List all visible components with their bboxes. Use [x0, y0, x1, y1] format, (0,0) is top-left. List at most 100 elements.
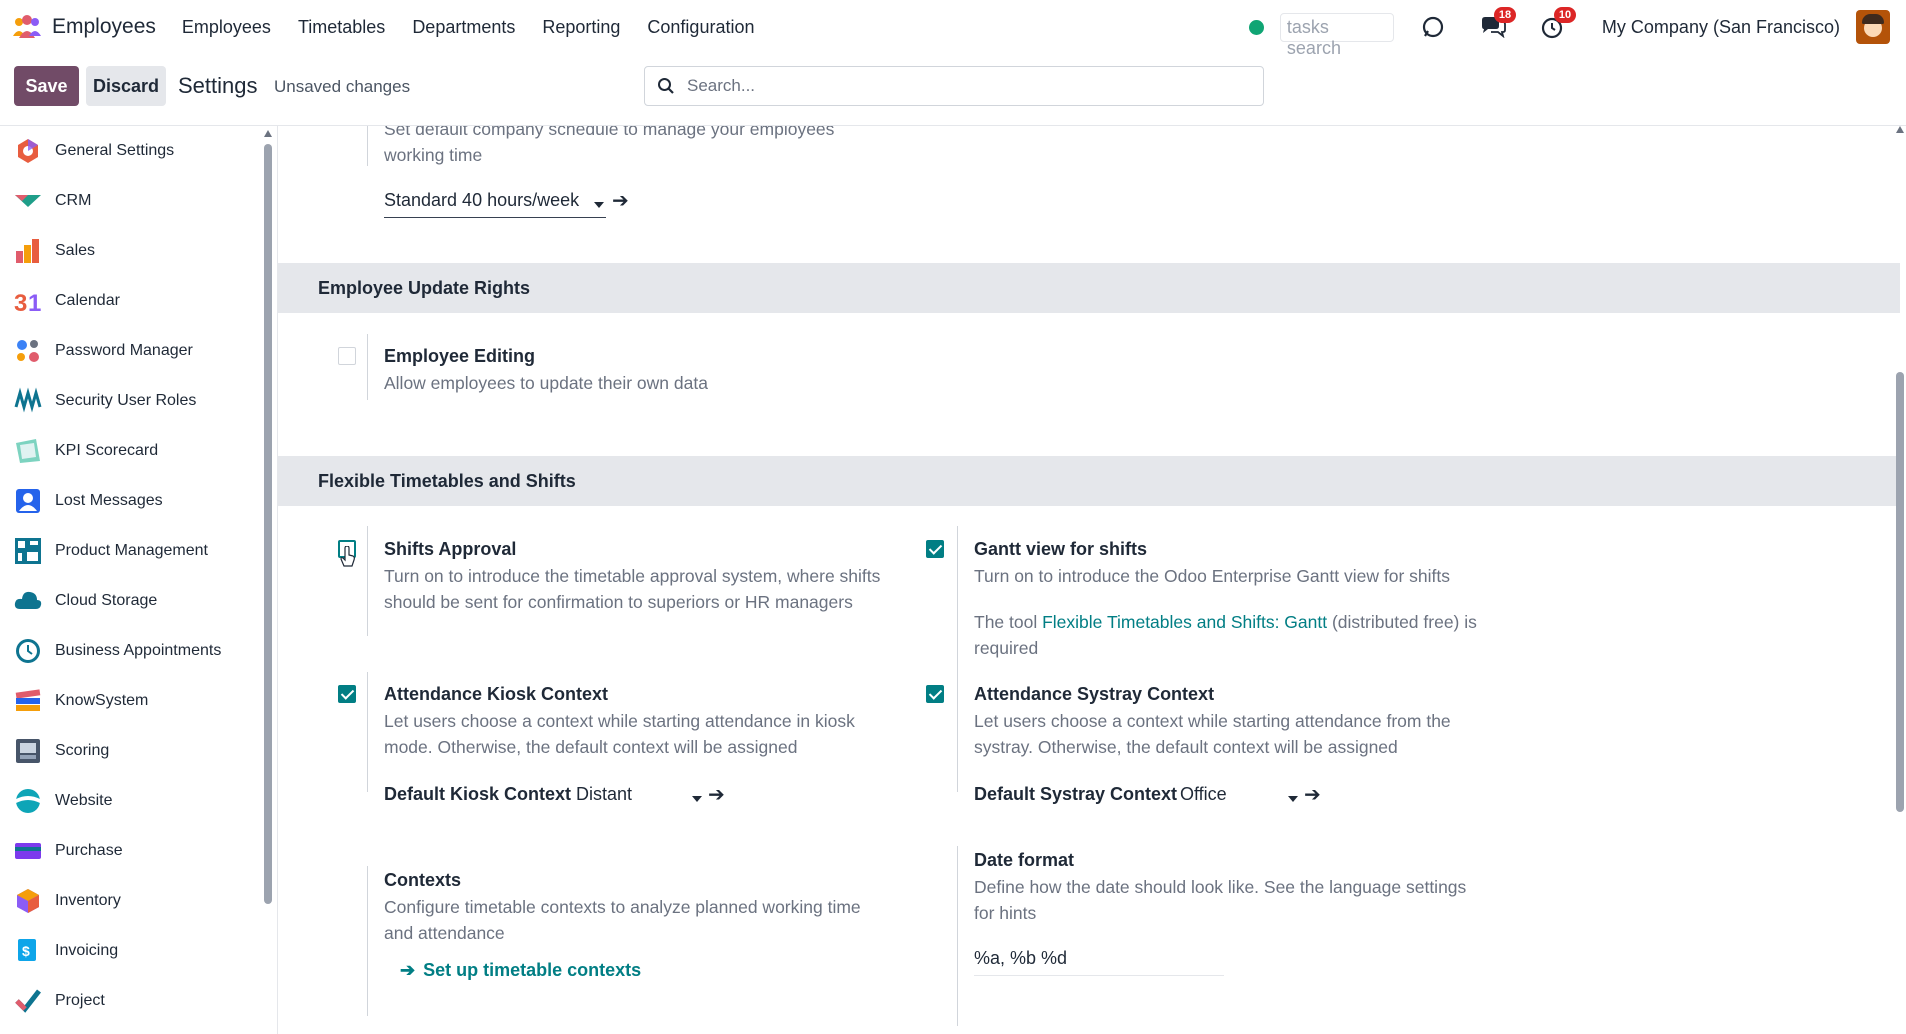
sidebar-item-password-manager[interactable]: Password Manager [0, 326, 260, 376]
sidebar-scroll-up-icon[interactable] [264, 130, 272, 137]
sidebar-item-label: Inventory [55, 892, 121, 909]
discuss-icon[interactable] [1418, 12, 1448, 42]
tasks-search-input[interactable]: tasks search [1279, 12, 1394, 58]
website-icon [14, 787, 42, 815]
sidebar-item-calendar[interactable]: 31 Calendar [0, 276, 260, 326]
sidebar-item-label: Project [55, 992, 105, 1009]
sidebar-item-sales[interactable]: Sales [0, 226, 260, 276]
contexts-title: Contexts [384, 870, 462, 890]
gantt-view-checkbox[interactable] [926, 540, 944, 558]
company-schedule-select[interactable]: Standard 40 hours/week [384, 190, 606, 218]
setup-timetable-contexts-link[interactable]: ➔ Set up timetable contexts [400, 960, 641, 981]
open-kiosk-context-arrow-icon[interactable]: ➔ [708, 782, 725, 807]
sidebar-item-cloud-storage[interactable]: Cloud Storage [0, 576, 260, 626]
divider [367, 866, 368, 1016]
employee-editing-checkbox[interactable] [338, 347, 356, 365]
sidebar-item-label: Invoicing [55, 942, 119, 959]
cursor-hand-icon [340, 546, 355, 567]
date-format-input[interactable]: %a, %b %d [974, 948, 1224, 976]
sales-icon [14, 237, 42, 265]
sidebar-item-label: CRM [55, 192, 92, 209]
menu-departments[interactable]: Departments [412, 17, 515, 38]
sidebar-item-project[interactable]: Project [0, 976, 260, 1026]
employee-editing-description: Allow employees to update their own data [384, 373, 708, 393]
gantt-module-link[interactable]: Flexible Timetables and Shifts: Gantt [1042, 612, 1327, 632]
kpi-scorecard-icon [14, 437, 42, 465]
menu-employees[interactable]: Employees [182, 17, 271, 38]
settings-search-input[interactable]: Search... [644, 66, 1264, 106]
default-systray-context-select[interactable]: Office [1180, 784, 1300, 812]
company-switcher[interactable]: My Company (San Francisco) [1602, 17, 1840, 38]
sidebar-item-kpi-scorecard[interactable]: KPI Scorecard [0, 426, 260, 476]
menu-configuration[interactable]: Configuration [647, 17, 754, 38]
user-avatar[interactable] [1856, 10, 1890, 44]
messages-icon[interactable]: 18 [1478, 7, 1517, 42]
divider [367, 672, 368, 792]
sidebar-item-label: KPI Scorecard [55, 442, 159, 459]
divider [957, 526, 958, 686]
crm-icon [14, 187, 42, 215]
sidebar-item-knowsystem[interactable]: KnowSystem [0, 676, 260, 726]
sidebar-item-label: KnowSystem [55, 692, 149, 709]
sidebar-item-security-user-roles[interactable]: Security User Roles [0, 376, 260, 426]
search-placeholder: Search... [687, 76, 756, 95]
app-name[interactable]: Employees [52, 15, 156, 39]
date-format-description: Define how the date should look like. Se… [974, 877, 1467, 897]
discard-button[interactable]: Discard [86, 66, 166, 106]
online-status-icon [1248, 19, 1264, 35]
default-kiosk-context-select[interactable]: Distant [576, 784, 704, 812]
sidebar-item-product-management[interactable]: Product Management [0, 526, 260, 576]
inventory-icon [14, 887, 42, 915]
sidebar-item-label: Calendar [55, 292, 120, 309]
activities-clock-icon[interactable]: 10 [1538, 7, 1577, 42]
sidebar-item-lost-messages[interactable]: Lost Messages [0, 476, 260, 526]
project-icon [14, 987, 42, 1015]
sidebar-item-general-settings[interactable]: General Settings [0, 126, 260, 176]
gantt-note-suffix: (distributed free) is [1327, 612, 1477, 632]
gantt-view-title: Gantt view for shifts [974, 539, 1148, 559]
app-brand[interactable]: Employees [12, 14, 156, 40]
save-button[interactable]: Save [14, 66, 79, 106]
gantt-requirement-note-line2: required [974, 638, 1039, 658]
date-format-title: Date format [974, 850, 1075, 870]
sidebar-item-label: Security User Roles [55, 392, 197, 409]
employees-app-icon [12, 14, 42, 40]
menu-reporting[interactable]: Reporting [542, 17, 620, 38]
appointments-icon [14, 637, 42, 665]
open-systray-context-arrow-icon[interactable]: ➔ [1304, 782, 1321, 807]
sidebar-item-label: Purchase [55, 842, 123, 859]
chevron-down-icon [1288, 796, 1298, 802]
sidebar-item-purchase[interactable]: Purchase [0, 826, 260, 876]
employee-editing-title: Employee Editing [384, 346, 536, 366]
sidebar-scrollbar[interactable] [264, 144, 272, 904]
sidebar-item-inventory[interactable]: Inventory [0, 876, 260, 926]
arrow-right-icon: ➔ [400, 960, 416, 980]
sidebar-item-crm[interactable]: CRM [0, 176, 260, 226]
systray: tasks search 18 10 My Company (San Franc… [1248, 0, 1906, 58]
contexts-description-line2: and attendance [384, 923, 505, 943]
menu-timetables[interactable]: Timetables [298, 17, 385, 38]
svg-text:1: 1 [28, 290, 41, 315]
top-navbar: Employees Employees Timetables Departmen… [0, 0, 1906, 58]
kiosk-context-checkbox[interactable] [338, 685, 356, 703]
sidebar-item-label: General Settings [55, 142, 175, 159]
content-scroll-up-icon[interactable] [1896, 126, 1904, 133]
systray-context-checkbox[interactable] [926, 685, 944, 703]
date-format-description-line2: for hints [974, 903, 1037, 923]
content-scrollbar[interactable] [1896, 372, 1904, 812]
default-kiosk-context-value: Distant [576, 784, 633, 804]
security-roles-icon [14, 387, 42, 415]
svg-text:3: 3 [14, 290, 27, 315]
sidebar-item-scoring[interactable]: Scoring [0, 726, 260, 776]
chevron-down-icon [692, 796, 702, 802]
sidebar-item-business-appointments[interactable]: Business Appointments [0, 626, 260, 676]
search-icon [658, 78, 674, 94]
open-schedule-arrow-icon[interactable]: ➔ [612, 188, 629, 213]
sidebar-item-invoicing[interactable]: $ Invoicing [0, 926, 260, 976]
systray-context-description: Let users choose a context while startin… [974, 711, 1451, 731]
sidebar-item-website[interactable]: Website [0, 776, 260, 826]
shifts-approval-description: Turn on to introduce the timetable appro… [384, 566, 881, 586]
password-manager-icon [14, 337, 42, 365]
avatar-hair [1862, 14, 1884, 24]
section-header-flexible-timetables: Flexible Timetables and Shifts [278, 456, 1900, 506]
